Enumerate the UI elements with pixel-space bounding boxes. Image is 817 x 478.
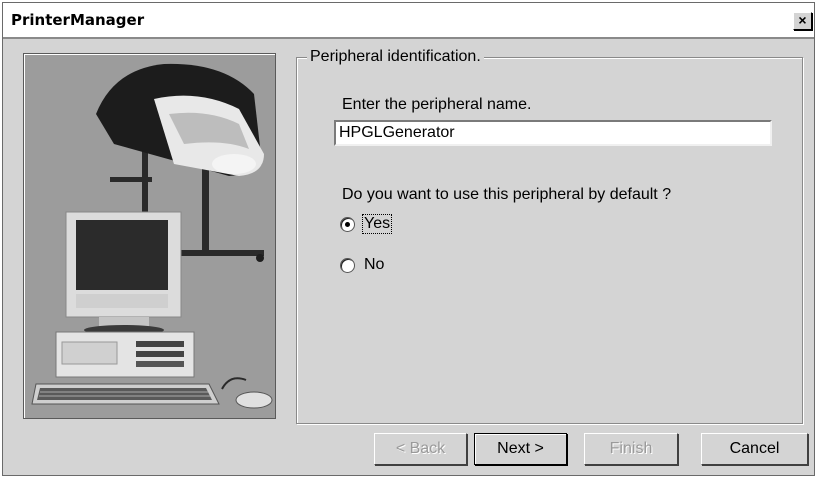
group-legend: Peripheral identification. — [307, 48, 484, 66]
cancel-button[interactable]: Cancel — [701, 433, 808, 465]
radio-yes-icon[interactable] — [340, 216, 355, 232]
computer-case-icon — [55, 331, 195, 378]
back-button[interactable]: < Back — [374, 433, 467, 465]
radio-no-label[interactable]: No — [363, 256, 385, 274]
radio-yes-label[interactable]: Yes — [361, 214, 393, 234]
default-question-label: Do you want to use this peripheral by de… — [342, 186, 672, 203]
keyboard-icon — [31, 383, 220, 405]
next-button[interactable]: Next > — [474, 433, 567, 465]
radio-no-icon[interactable] — [340, 257, 355, 273]
finish-button[interactable]: Finish — [584, 433, 678, 465]
peripheral-identification-group: Peripheral identification. Enter the per… — [296, 48, 803, 424]
illustration-panel — [23, 53, 276, 419]
peripheral-name-input[interactable] — [334, 120, 772, 146]
printer-and-computer-illustration — [31, 63, 273, 409]
radio-option-no[interactable]: No — [340, 256, 385, 274]
peripheral-name-label: Enter the peripheral name. — [342, 96, 532, 113]
radio-option-yes[interactable]: Yes — [340, 214, 393, 234]
window-title: PrinterManager — [11, 11, 145, 29]
title-bar: PrinterManager × — [3, 3, 814, 39]
close-button[interactable]: × — [793, 12, 812, 30]
mouse-icon — [221, 377, 273, 409]
monitor-icon — [65, 211, 182, 335]
